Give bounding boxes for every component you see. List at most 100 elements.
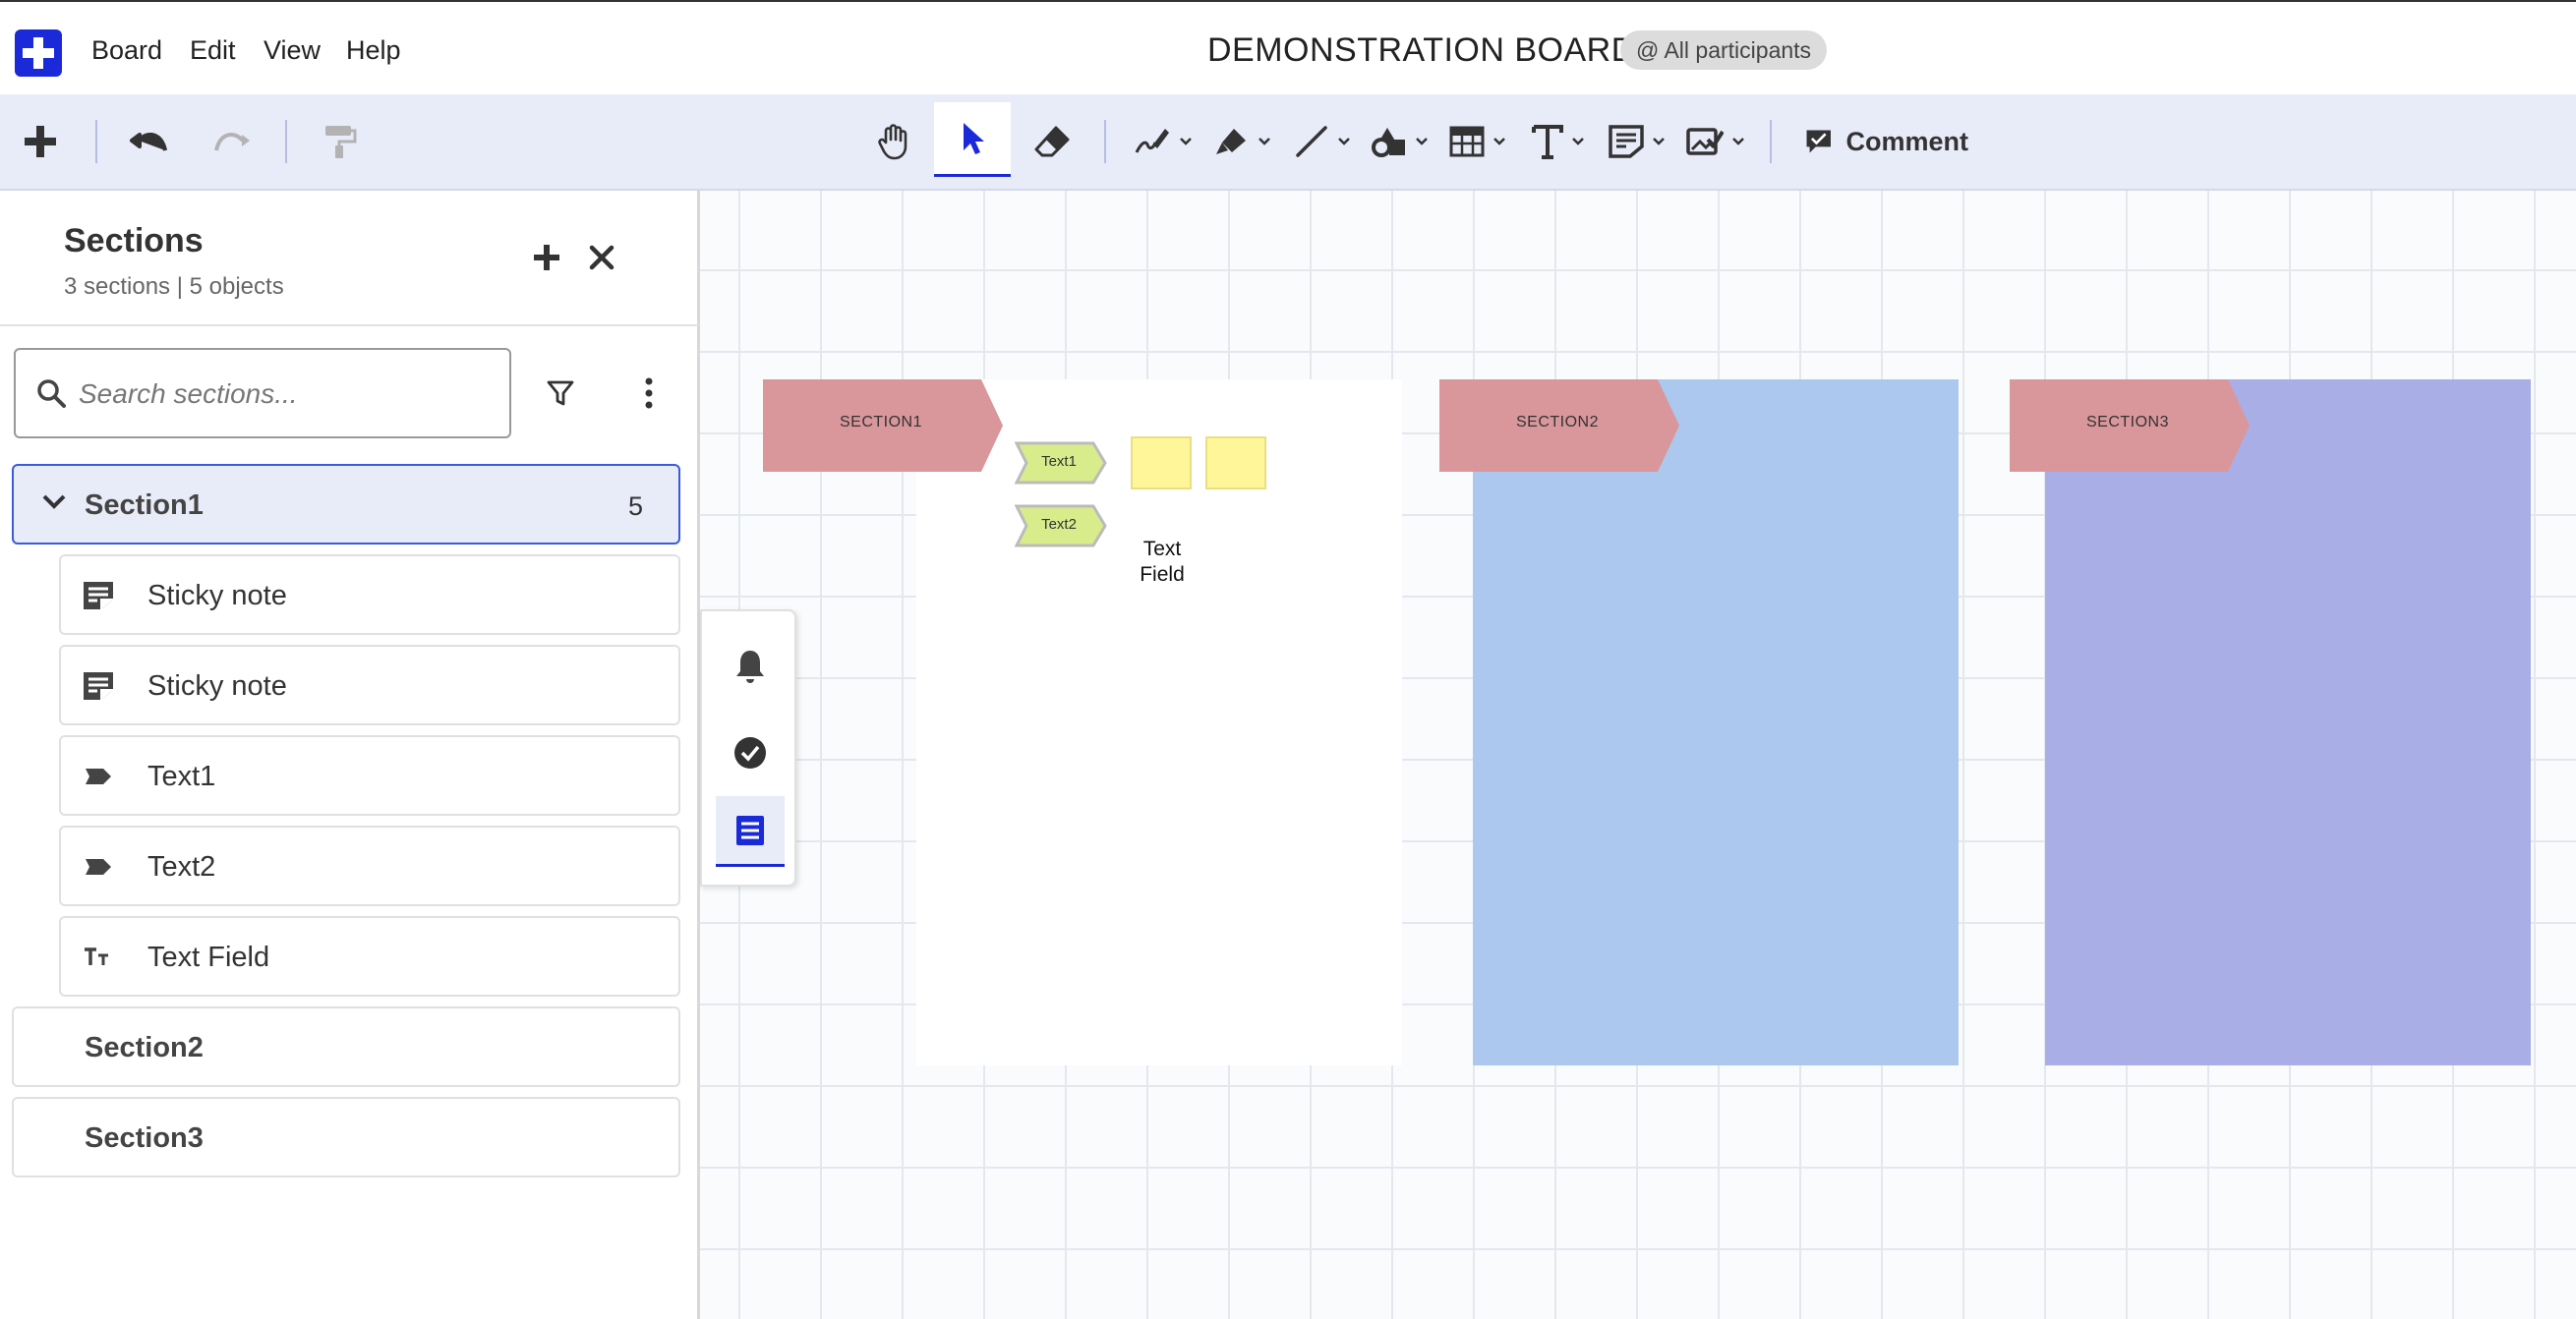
section-tag-label: SECTION3	[2085, 414, 2169, 430]
hand-icon	[878, 124, 907, 160]
chip-label: Text2	[1041, 516, 1077, 533]
sidebar-divider	[0, 324, 698, 326]
text-tool[interactable]	[1526, 112, 1591, 171]
notifications-button[interactable]	[716, 631, 785, 702]
section-object-count: 5	[627, 491, 643, 521]
section-tag-label: SECTION1	[839, 414, 922, 430]
image-tool[interactable]	[1683, 112, 1748, 171]
object-label: Sticky note	[147, 580, 287, 611]
search-icon	[37, 379, 66, 408]
line-tool[interactable]	[1290, 112, 1355, 171]
table-icon	[1449, 126, 1485, 157]
list-item-object[interactable]: Text2	[59, 826, 680, 906]
undo-button[interactable]	[128, 112, 171, 171]
section-tag-section2[interactable]: SECTION2	[1439, 379, 1681, 472]
app-logo[interactable]	[15, 29, 62, 77]
list-item-object[interactable]: Text1	[59, 735, 680, 816]
eraser-tool[interactable]	[1026, 112, 1078, 171]
chevron-down-icon	[1572, 138, 1584, 145]
text-icon	[1532, 125, 1563, 159]
filter-icon	[547, 380, 574, 406]
menu-help[interactable]: Help	[346, 35, 401, 66]
toolbar: Comment	[0, 94, 2576, 191]
close-sidebar-button[interactable]	[582, 238, 621, 277]
plus-logo-icon	[23, 37, 54, 69]
canvas-text-field[interactable]: Text Field	[1133, 537, 1192, 588]
comment-button[interactable]: Comment	[1805, 112, 1968, 171]
table-tool[interactable]	[1445, 112, 1510, 171]
sticky-note-icon	[1609, 125, 1644, 158]
line-icon	[1296, 126, 1327, 157]
text-field-icon	[81, 940, 116, 975]
sidebar-subtitle: 3 sections | 5 objects	[64, 273, 284, 300]
menu-view[interactable]: View	[263, 35, 321, 66]
chevron-down-icon[interactable]	[41, 493, 67, 511]
pen-tool[interactable]	[1131, 112, 1196, 171]
close-icon	[589, 245, 615, 270]
sections-panel-button[interactable]	[716, 796, 785, 867]
toolbar-divider	[95, 120, 97, 163]
canvas-sticky-note[interactable]	[1205, 436, 1266, 489]
sticky-note-tool[interactable]	[1605, 112, 1669, 171]
menu-edit[interactable]: Edit	[190, 35, 236, 66]
chevron-down-icon	[1732, 138, 1744, 145]
pen-icon	[1135, 129, 1169, 153]
canvas-tag-text1[interactable]: Text1	[1015, 440, 1107, 486]
image-icon	[1686, 128, 1724, 155]
search-box[interactable]	[14, 348, 511, 438]
chevron-down-icon	[1416, 138, 1428, 145]
chip-label: Text1	[1041, 453, 1077, 470]
board-title[interactable]: DEMONSTRATION BOARD	[1207, 31, 1636, 70]
section-tag-section1[interactable]: SECTION1	[763, 379, 1005, 472]
section-frame-section2[interactable]	[1473, 379, 1959, 1065]
shapes-icon	[1372, 128, 1405, 157]
list-item-object[interactable]: Sticky note	[59, 554, 680, 635]
more-options-button[interactable]	[631, 373, 667, 413]
object-label: Text1	[147, 761, 216, 792]
participants-badge[interactable]: @ All participants	[1620, 30, 1828, 70]
more-vertical-icon	[645, 377, 653, 409]
shapes-tool[interactable]	[1367, 112, 1432, 171]
chevron-down-icon	[1493, 138, 1505, 145]
section-tag-section3[interactable]: SECTION3	[2010, 379, 2252, 472]
tasks-button[interactable]	[716, 717, 785, 788]
chevron-down-icon	[1338, 138, 1350, 145]
hand-tool[interactable]	[869, 112, 920, 171]
highlighter-tool[interactable]	[1209, 112, 1274, 171]
pointer-icon	[964, 122, 984, 154]
chevron-down-icon	[1653, 138, 1665, 145]
format-painter-button[interactable]	[319, 112, 362, 171]
comment-icon	[1806, 130, 1831, 153]
redo-button[interactable]	[210, 112, 254, 171]
add-icon	[25, 126, 56, 157]
chevron-down-icon	[1180, 138, 1192, 145]
eraser-icon	[1034, 126, 1070, 157]
section-row-section2[interactable]: Section2	[12, 1006, 680, 1087]
add-button[interactable]	[16, 112, 65, 171]
section-label: Section1	[85, 489, 204, 521]
menu-board[interactable]: Board	[91, 35, 162, 66]
search-input[interactable]	[79, 370, 492, 419]
section-row-section1[interactable]: Section1 5	[12, 464, 680, 545]
list-item-object[interactable]: Text Field	[59, 916, 680, 997]
redo-icon	[214, 133, 250, 151]
comment-label: Comment	[1845, 126, 1968, 156]
canvas-tag-text2[interactable]: Text2	[1015, 503, 1107, 548]
canvas-sticky-note[interactable]	[1131, 436, 1192, 489]
section-frame-section3[interactable]	[2045, 379, 2531, 1065]
sidebar-title: Sections	[64, 222, 204, 259]
section-label: Section2	[85, 1032, 204, 1063]
board-canvas[interactable]: SECTION1 Text1 Text2 Text Field SECTION2…	[700, 191, 2576, 1319]
list-item-object[interactable]: Sticky note	[59, 645, 680, 725]
object-label: Text Field	[147, 942, 270, 973]
select-tool[interactable]	[934, 102, 1011, 177]
check-circle-icon	[734, 737, 766, 769]
undo-icon	[130, 133, 167, 151]
filter-button[interactable]	[543, 373, 578, 413]
section-row-section3[interactable]: Section3	[12, 1097, 680, 1177]
toolbar-divider	[285, 120, 287, 163]
side-panel-switcher	[700, 609, 796, 887]
format-painter-icon	[325, 126, 357, 158]
tag-icon	[81, 849, 116, 885]
add-section-button[interactable]	[527, 238, 566, 277]
